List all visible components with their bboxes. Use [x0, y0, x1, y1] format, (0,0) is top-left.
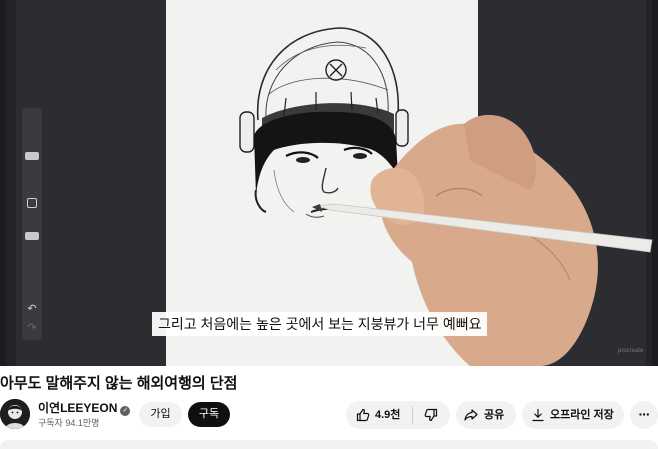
like-count: 4.9천: [375, 409, 401, 421]
download-button[interactable]: 오프라인 저장: [522, 401, 624, 429]
avatar-image: [0, 399, 30, 429]
description-box[interactable]: [0, 440, 658, 449]
video-caption: 그리고 처음에는 높은 곳에서 보는 지붕뷰가 너무 예뻐요: [152, 312, 488, 336]
like-dislike-group: 4.9천: [346, 401, 450, 429]
check-icon: ✓: [120, 406, 131, 416]
subscribe-button[interactable]: 구독: [188, 402, 230, 427]
channel-name[interactable]: 이연LEEYEON ✓: [38, 400, 131, 416]
download-icon: [532, 408, 544, 422]
opacity-slider: [25, 232, 39, 240]
join-button[interactable]: 가입: [139, 402, 182, 427]
share-icon: [464, 409, 478, 421]
more-actions-button[interactable]: ···: [630, 401, 658, 429]
download-label: 오프라인 저장: [550, 409, 614, 421]
channel-name-text[interactable]: 이연LEEYEON: [38, 401, 117, 415]
video-player[interactable]: ↶ ↷ 그리고 처음에는 높은 곳에서 보는 지붕뷰가 너무 예뻐요 procr…: [0, 0, 658, 366]
video-title: 아무도 말해주지 않는 해외여행의 단점: [0, 375, 238, 392]
dislike-button[interactable]: [412, 401, 450, 429]
share-button[interactable]: 공유: [456, 401, 516, 429]
subscriber-count: 구독자 94.1만명: [38, 418, 100, 428]
share-label: 공유: [484, 409, 505, 421]
app-watermark: procreate: [618, 348, 644, 354]
thumbs-up-icon: [356, 408, 370, 422]
thumbs-down-icon: [424, 408, 438, 422]
more-icon: ···: [638, 406, 651, 422]
brush-size-slider: [25, 152, 39, 160]
undo-icon: ↶: [27, 303, 37, 315]
channel-avatar[interactable]: [0, 399, 30, 429]
youtube-watch-page: ↶ ↷ 그리고 처음에는 높은 곳에서 보는 지붕뷰가 너무 예뻐요 procr…: [0, 0, 658, 449]
modify-square-icon: [27, 198, 37, 208]
redo-icon: ↷: [27, 322, 37, 334]
like-button[interactable]: 4.9천: [346, 401, 412, 429]
